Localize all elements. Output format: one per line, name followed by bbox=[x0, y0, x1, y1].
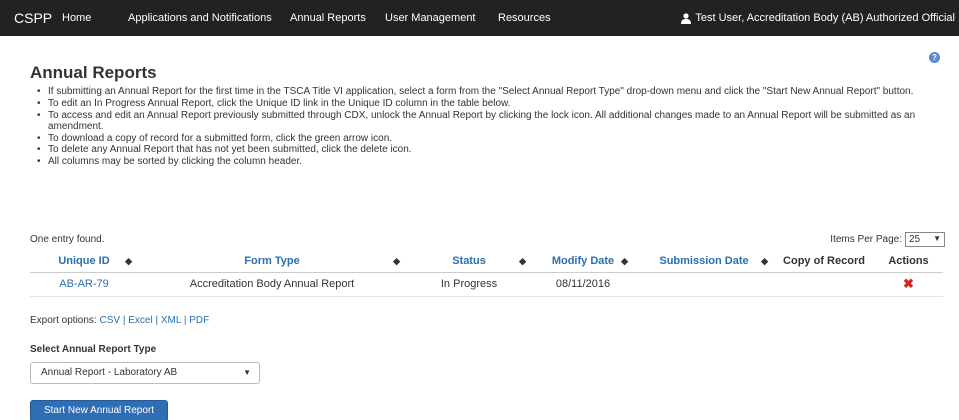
entry-count: One entry found. bbox=[30, 234, 105, 245]
user-name: Test User, Accreditation Body (AB) Autho… bbox=[695, 12, 955, 24]
cell-status: In Progress bbox=[406, 272, 532, 297]
sort-icon: ◆ bbox=[761, 256, 768, 266]
header-unique-id[interactable]: Unique ID ◆ bbox=[30, 251, 138, 273]
instruction-item: To edit an In Progress Annual Report, cl… bbox=[36, 98, 941, 110]
nav-resources[interactable]: Resources bbox=[498, 12, 551, 24]
page-title: Annual Reports bbox=[30, 63, 157, 82]
help-icon[interactable]: ? bbox=[929, 52, 940, 63]
instruction-item: To download a copy of record for a submi… bbox=[36, 133, 941, 145]
cell-modify-date: 08/11/2016 bbox=[532, 272, 634, 297]
instructions-list: If submitting an Annual Report for the f… bbox=[36, 86, 941, 168]
annual-reports-table: Unique ID ◆ Form Type ◆ Status ◆ Modify … bbox=[30, 251, 943, 297]
instruction-item: To delete any Annual Report that has not… bbox=[36, 144, 941, 156]
header-submission-date[interactable]: Submission Date ◆ bbox=[634, 251, 774, 273]
header-actions: Actions bbox=[874, 251, 943, 273]
export-excel-link[interactable]: Excel bbox=[128, 315, 152, 326]
top-navbar: CSPP Home Applications and Notifications… bbox=[0, 0, 959, 36]
cell-copy-of-record bbox=[774, 272, 874, 297]
export-label: Export options: bbox=[30, 315, 97, 326]
header-status[interactable]: Status ◆ bbox=[406, 251, 532, 273]
header-form-type[interactable]: Form Type ◆ bbox=[138, 251, 406, 273]
instruction-item: All columns may be sorted by clicking th… bbox=[36, 156, 941, 168]
sort-icon: ◆ bbox=[519, 256, 526, 266]
sort-icon: ◆ bbox=[621, 256, 628, 266]
sort-icon: ◆ bbox=[393, 256, 400, 266]
table-row: AB-AR-79 Accreditation Body Annual Repor… bbox=[30, 272, 943, 297]
instruction-item: If submitting an Annual Report for the f… bbox=[36, 86, 941, 98]
sort-icon: ◆ bbox=[125, 256, 132, 266]
cell-unique-id: AB-AR-79 bbox=[30, 272, 138, 297]
cell-submission-date bbox=[634, 272, 774, 297]
unique-id-link[interactable]: AB-AR-79 bbox=[59, 278, 109, 290]
cell-form-type: Accreditation Body Annual Report bbox=[138, 272, 406, 297]
cell-actions: ✖ bbox=[874, 272, 943, 297]
instruction-item: To access and edit an Annual Report prev… bbox=[36, 110, 941, 133]
caret-down-icon: ▼ bbox=[243, 368, 251, 377]
header-copy-of-record: Copy of Record bbox=[774, 251, 874, 273]
items-per-page-label: Items Per Page: bbox=[830, 234, 902, 245]
nav-user-management[interactable]: User Management bbox=[385, 12, 476, 24]
nav-home[interactable]: Home bbox=[62, 12, 91, 24]
caret-down-icon: ▼ bbox=[933, 234, 941, 243]
nav-applications-and-notifications[interactable]: Applications and Notifications bbox=[128, 12, 272, 24]
items-per-page-value: 25 bbox=[909, 234, 921, 245]
header-modify-date[interactable]: Modify Date ◆ bbox=[532, 251, 634, 273]
select-type-value: Annual Report - Laboratory AB bbox=[41, 367, 178, 378]
export-options: Export options: CSV | Excel | XML | PDF bbox=[30, 315, 210, 326]
export-pdf-link[interactable]: PDF bbox=[189, 315, 209, 326]
start-new-annual-report-button[interactable]: Start New Annual Report bbox=[30, 400, 168, 420]
annual-report-type-select[interactable]: Annual Report - Laboratory AB ▼ bbox=[30, 362, 260, 384]
items-per-page-select[interactable]: 25 ▼ bbox=[905, 232, 945, 247]
brand-logo[interactable]: CSPP bbox=[14, 10, 52, 26]
delete-icon[interactable]: ✖ bbox=[903, 276, 914, 291]
nav-annual-reports[interactable]: Annual Reports bbox=[290, 12, 366, 24]
export-xml-link[interactable]: XML bbox=[161, 315, 181, 326]
user-menu[interactable]: Test User, Accreditation Body (AB) Autho… bbox=[681, 12, 955, 24]
user-icon bbox=[681, 12, 692, 24]
select-type-label: Select Annual Report Type bbox=[30, 344, 157, 355]
export-csv-link[interactable]: CSV bbox=[100, 315, 121, 326]
items-per-page: Items Per Page: 25 ▼ bbox=[830, 232, 945, 247]
